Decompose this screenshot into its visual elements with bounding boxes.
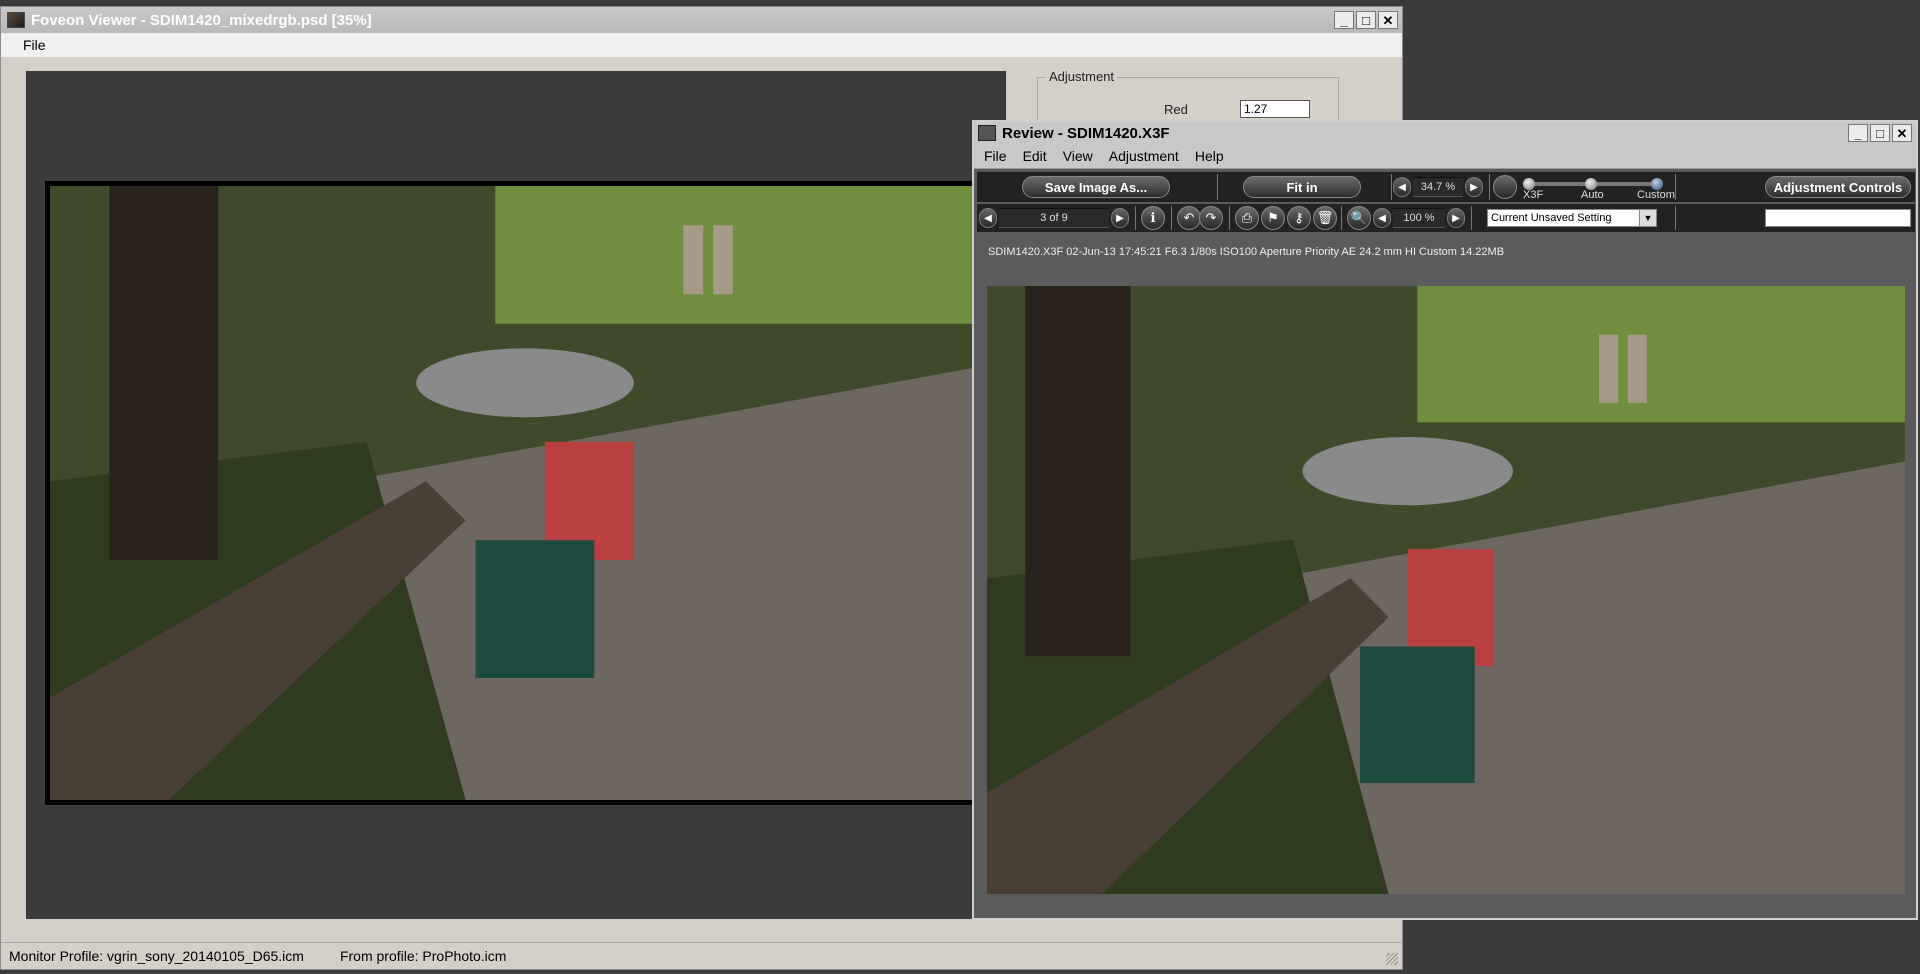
toolbar-divider [1171, 206, 1172, 230]
adjustment-input[interactable] [1765, 209, 1911, 227]
review-menu-bar: File Edit View Adjustment Help [974, 144, 1916, 169]
review-window-title: Review - SDIM1420.X3F [1002, 124, 1170, 142]
save-image-as-button[interactable]: Save Image As... [1022, 176, 1170, 198]
toolbar-divider [1217, 174, 1218, 200]
setting-select-value: Current Unsaved Setting [1491, 212, 1612, 224]
toolbar-divider [1675, 206, 1676, 230]
review-minimize-button[interactable]: _ [1848, 124, 1868, 142]
foveon-app-icon [7, 12, 25, 28]
toolbar-divider [1341, 206, 1342, 230]
foveon-window-title: Foveon Viewer - SDIM1420_mixedrgb.psd [3… [31, 11, 372, 29]
review-menu-edit[interactable]: Edit [1023, 148, 1047, 164]
red-value-field[interactable]: 1.27 [1240, 100, 1310, 118]
prev-image-arrow-icon[interactable]: ◀ [979, 208, 997, 228]
review-menu-file[interactable]: File [984, 148, 1007, 164]
review-toolbar-bottom: ◀ 3 of 9 ▶ ℹ ↶ ↷ ⎙ ⚑ ⚷ 🗑 🔍 ◀ 100 % ▶ Cur… [977, 204, 1915, 232]
close-button[interactable]: ✕ [1378, 11, 1398, 29]
photo-scene [50, 186, 1000, 800]
x3f-label: X3F [1523, 189, 1544, 201]
foveon-title-bar[interactable]: Foveon Viewer - SDIM1420_mixedrgb.psd [3… [1, 7, 1402, 33]
foveon-photo [45, 181, 1005, 805]
review-menu-view[interactable]: View [1063, 148, 1093, 164]
page-counter: 3 of 9 [999, 208, 1109, 228]
review-photo-scene [987, 286, 1905, 894]
review-photo[interactable] [987, 286, 1905, 894]
x3f-mode-icon[interactable] [1493, 175, 1517, 199]
maximize-button[interactable]: □ [1356, 11, 1376, 29]
review-window: Review - SDIM1420.X3F _ □ ✕ File Edit Vi… [972, 120, 1918, 920]
review-menu-adjustment[interactable]: Adjustment [1109, 148, 1179, 164]
auto-label: Auto [1581, 189, 1604, 201]
flag-icon[interactable]: ⚑ [1261, 206, 1285, 230]
adjustment-legend: Adjustment [1046, 69, 1118, 84]
foveon-menu-bar: File [1, 33, 1402, 57]
review-toolbar-top: Save Image As... Fit in ◀ 34.7 % ▶ X3F A… [977, 172, 1915, 202]
custom-label: Custom [1637, 189, 1675, 201]
setting-select[interactable]: Current Unsaved Setting ▼ [1487, 209, 1657, 227]
review-title-bar[interactable]: Review - SDIM1420.X3F _ □ ✕ [974, 122, 1916, 144]
menu-file[interactable]: File [23, 37, 46, 53]
monitor-profile-text: Monitor Profile: vgrin_sony_20140105_D65… [9, 948, 304, 964]
magnify-value: 100 % [1393, 208, 1445, 228]
print-icon[interactable]: ⎙ [1235, 206, 1259, 230]
magnify-next-arrow-icon[interactable]: ▶ [1447, 208, 1465, 228]
image-info-line: SDIM1420.X3F 02-Jun-13 17:45:21 F6.3 1/8… [988, 246, 1505, 258]
review-menu-help[interactable]: Help [1195, 148, 1224, 164]
fit-in-button[interactable]: Fit in [1243, 176, 1361, 198]
magnify-prev-arrow-icon[interactable]: ◀ [1373, 208, 1391, 228]
dropdown-icon[interactable]: ▼ [1639, 210, 1656, 226]
minimize-button[interactable]: _ [1334, 11, 1354, 29]
foveon-status-bar: Monitor Profile: vgrin_sony_20140105_D65… [1, 942, 1402, 969]
zoom-icon[interactable]: 🔍 [1347, 206, 1371, 230]
toolbar-divider [1675, 174, 1676, 200]
zoom-next-arrow-icon[interactable]: ▶ [1465, 177, 1483, 197]
rotate-left-icon[interactable]: ↶ [1177, 206, 1201, 230]
review-app-icon [978, 125, 996, 141]
zoom-prev-arrow-icon[interactable]: ◀ [1393, 177, 1411, 197]
foveon-image-canvas[interactable] [26, 71, 1006, 919]
review-close-button[interactable]: ✕ [1892, 124, 1912, 142]
info-icon[interactable]: ℹ [1141, 206, 1165, 230]
toolbar-divider [1489, 174, 1490, 200]
next-image-arrow-icon[interactable]: ▶ [1111, 208, 1129, 228]
red-label: Red [1164, 102, 1188, 117]
toolbar-divider [1391, 174, 1392, 200]
toolbar-divider [1229, 206, 1230, 230]
trash-icon[interactable]: 🗑 [1313, 206, 1337, 230]
zoom-value: 34.7 % [1413, 177, 1463, 197]
resize-grip[interactable] [1386, 953, 1398, 965]
key-icon[interactable]: ⚷ [1287, 206, 1311, 230]
toolbar-divider [1135, 206, 1136, 230]
toolbar-divider [1471, 206, 1472, 230]
review-maximize-button[interactable]: □ [1870, 124, 1890, 142]
adjustment-controls-button[interactable]: Adjustment Controls [1765, 176, 1911, 198]
rotate-right-icon[interactable]: ↷ [1199, 206, 1223, 230]
from-profile-text: From profile: ProPhoto.icm [339, 948, 507, 964]
